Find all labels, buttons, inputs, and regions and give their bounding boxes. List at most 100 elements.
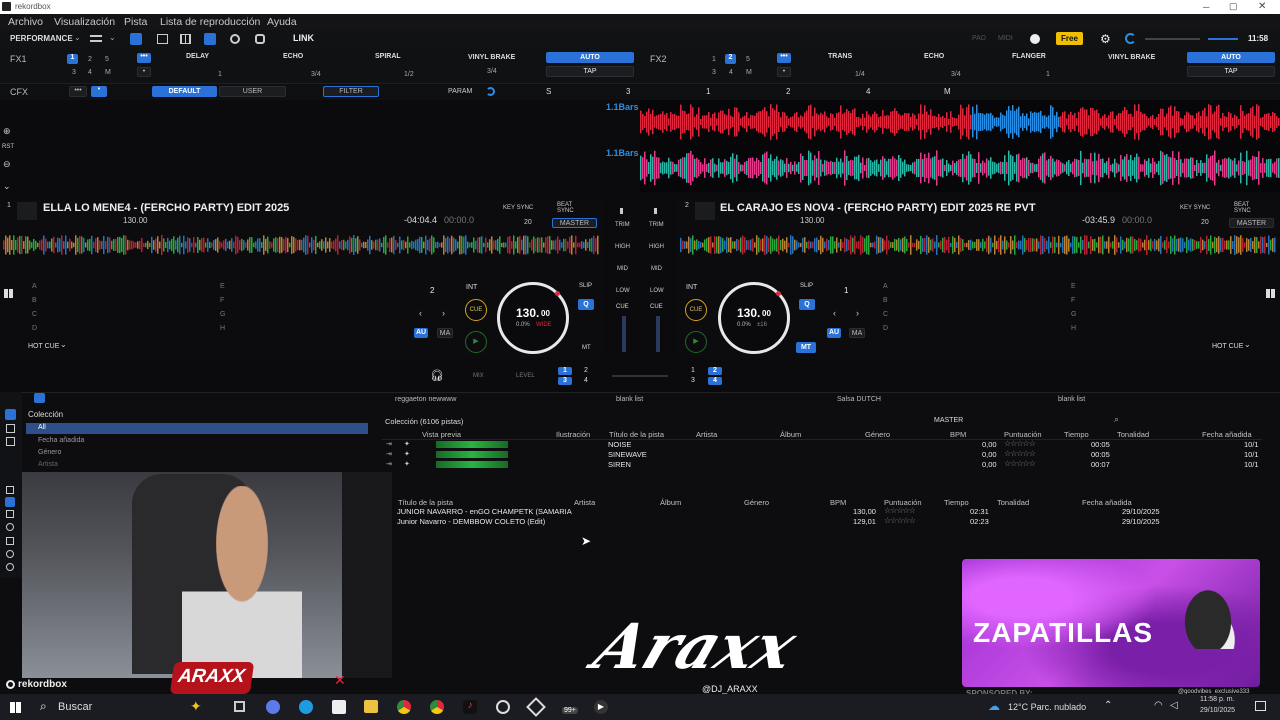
- fx1-auto-button[interactable]: AUTO: [546, 52, 634, 63]
- fx1-slot-2[interactable]: ECHO: [283, 53, 303, 60]
- deck1-keysync[interactable]: KEY SYNC: [503, 205, 533, 211]
- enlarged-waveforms[interactable]: [640, 100, 1280, 192]
- row-preview-wave[interactable]: [436, 441, 508, 448]
- fx2-ch-3[interactable]: 3: [712, 69, 716, 76]
- deck1-play-button[interactable]: ▶: [465, 331, 487, 353]
- windows-start-icon[interactable]: [10, 702, 21, 713]
- fx1-mode-button[interactable]: •••: [137, 53, 151, 63]
- deck1-ma-button[interactable]: MA: [437, 328, 453, 338]
- view-browser-icon[interactable]: [130, 33, 142, 45]
- deck1-pad-d[interactable]: D: [32, 325, 37, 332]
- deck2-overview-waveform[interactable]: [680, 234, 1276, 256]
- list-item[interactable]: Junior Navarro - DEMBBOW COLETO (Edit) 12…: [394, 516, 1164, 527]
- xfader-b-1[interactable]: 1: [691, 367, 695, 374]
- deck1-overview-waveform[interactable]: [3, 234, 599, 256]
- row-preview-wave[interactable]: [436, 461, 508, 468]
- deck2-int-select[interactable]: INT: [686, 284, 697, 291]
- menu-visualizacion[interactable]: Visualización: [54, 16, 115, 28]
- copilot-icon[interactable]: ✦: [190, 698, 202, 715]
- xfader-assign-1[interactable]: 1: [558, 367, 572, 375]
- col-date[interactable]: Fecha añadida: [1202, 430, 1252, 439]
- deck2-pad-a[interactable]: A: [883, 283, 888, 290]
- xfader-assign-2[interactable]: 2: [584, 367, 588, 374]
- grid-view-icon[interactable]: [4, 289, 13, 298]
- col-album[interactable]: Álbum: [780, 430, 801, 439]
- link-button[interactable]: LINK: [293, 33, 314, 43]
- mode-chevron-icon[interactable]: ⌄: [74, 33, 81, 42]
- headphone-volume-slider[interactable]: [1208, 38, 1238, 40]
- tray-chevron-icon[interactable]: ⌃: [1104, 700, 1112, 711]
- cfx-default-button[interactable]: DEFAULT: [152, 86, 217, 97]
- row-rating[interactable]: ☆☆☆☆☆: [1004, 459, 1036, 468]
- cfx-param-knob[interactable]: [486, 87, 495, 96]
- fx1-toggle[interactable]: •: [137, 67, 151, 77]
- tiktok-icon[interactable]: ♪: [463, 700, 477, 714]
- task-view-icon[interactable]: [234, 701, 245, 712]
- search-taskbar-icon[interactable]: ⌕: [40, 699, 47, 714]
- fx1-ch-2[interactable]: 2: [88, 56, 92, 63]
- col-key[interactable]: Tonalidad: [1117, 430, 1149, 439]
- cfx-toggle[interactable]: •: [91, 86, 107, 97]
- menu-pista[interactable]: Pista: [124, 16, 147, 28]
- zoom-reset-icon[interactable]: RST: [2, 144, 14, 150]
- fx1-slot-1[interactable]: DELAY: [186, 53, 209, 60]
- sampler-icon[interactable]: [255, 34, 265, 44]
- obs-icon[interactable]: [496, 700, 510, 714]
- view-split-icon[interactable]: [157, 34, 168, 44]
- xfader-b-3[interactable]: 3: [691, 377, 695, 384]
- fx2-ch-1[interactable]: 1: [712, 56, 716, 63]
- tab-salsa-dutch[interactable]: Salsa DUTCH: [837, 396, 881, 403]
- deck2-pad-g[interactable]: G: [1071, 311, 1076, 318]
- col-preview[interactable]: Vista previa: [422, 430, 461, 439]
- fx2-beat-select[interactable]: VINYL BRAKE: [1108, 54, 1155, 61]
- mixer-view-icon[interactable]: [204, 33, 216, 45]
- headphone-icon[interactable]: 🎧︎: [430, 369, 444, 382]
- media-player-icon[interactable]: ▶: [594, 700, 608, 714]
- plan-badge[interactable]: Free: [1056, 32, 1083, 45]
- deck1-quantize-button[interactable]: Q: [578, 299, 594, 310]
- col2-time[interactable]: Tiempo: [944, 498, 969, 507]
- deck1-pad-b[interactable]: B: [32, 297, 37, 304]
- volume-icon[interactable]: ◁: [1170, 700, 1178, 711]
- info-icon[interactable]: [1030, 34, 1040, 44]
- deck1-key-offset[interactable]: 20: [524, 219, 532, 226]
- sidebar-icon-c[interactable]: [6, 510, 14, 518]
- row-rating[interactable]: ☆☆☆☆☆: [1004, 439, 1036, 448]
- deck1-loop-length[interactable]: 2: [430, 286, 434, 295]
- fx2-auto-button[interactable]: AUTO: [1187, 52, 1275, 63]
- col-genre[interactable]: Género: [865, 430, 890, 439]
- tree-item-all[interactable]: All: [26, 423, 368, 434]
- edge-icon[interactable]: [299, 700, 313, 714]
- deck1-beatsync[interactable]: BEAT SYNC: [557, 202, 577, 214]
- mode-select[interactable]: PERFORMANCE: [10, 34, 73, 43]
- zoom-in-icon[interactable]: ⊕: [3, 126, 11, 137]
- browser-view-icon[interactable]: [34, 393, 45, 403]
- list-item-rating[interactable]: ☆☆☆☆☆: [884, 506, 916, 515]
- sidebar-icon-g[interactable]: [6, 563, 14, 571]
- grid-view-icon-right[interactable]: [1266, 289, 1275, 298]
- col-rating[interactable]: Puntuación: [1004, 430, 1042, 439]
- fx1-ch-3[interactable]: 3: [72, 69, 76, 76]
- row-pin-icon[interactable]: ✦: [404, 440, 410, 448]
- cfx-filter-button[interactable]: FILTER: [323, 86, 379, 97]
- mixer-cue-button-1[interactable]: CUE: [616, 304, 629, 310]
- menu-lista[interactable]: Lista de reproducción: [160, 16, 260, 28]
- deck2-pad-e[interactable]: E: [1071, 283, 1076, 290]
- deck1-loop-prev-icon[interactable]: ‹: [419, 308, 422, 318]
- fx1-tap-button[interactable]: TAP: [546, 66, 634, 77]
- fx2-slot-3[interactable]: FLANGER: [1012, 53, 1046, 60]
- xfader-b-2[interactable]: 2: [708, 367, 722, 375]
- col2-artist[interactable]: Artista: [574, 498, 595, 507]
- col2-title[interactable]: Título de la pista: [398, 498, 453, 507]
- deck2-loop-length[interactable]: 1: [844, 286, 848, 295]
- row-arrow-icon[interactable]: ⇥: [386, 440, 392, 448]
- explorer-icon[interactable]: [364, 700, 378, 713]
- deck2-slip-button[interactable]: SLIP: [800, 283, 813, 289]
- tree-item-genre[interactable]: Género: [38, 449, 61, 456]
- master-select[interactable]: MASTER: [934, 417, 963, 424]
- row-pin-icon[interactable]: ✦: [404, 450, 410, 458]
- cfx-mode-button[interactable]: •••: [69, 86, 87, 97]
- fx2-ch-5[interactable]: 5: [746, 56, 750, 63]
- notification-icon[interactable]: [1255, 701, 1266, 711]
- sidebar-icon-a[interactable]: [6, 486, 14, 494]
